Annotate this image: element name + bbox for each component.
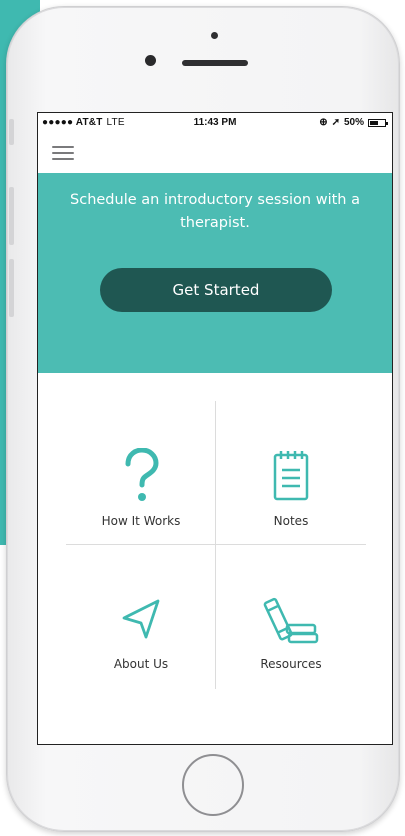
battery-icon bbox=[368, 118, 388, 127]
hero-banner: Schedule an introductory session with a … bbox=[38, 173, 392, 373]
tile-about-us[interactable]: About Us bbox=[66, 591, 216, 701]
status-bar: ●●●●● AT&T LTE 11:43 PM ⊕ ➚ 50% bbox=[38, 113, 392, 133]
books-icon bbox=[263, 597, 319, 644]
mute-switch bbox=[9, 119, 14, 145]
alarm-icon: ⊕ bbox=[319, 117, 328, 128]
app-screen: ●●●●● AT&T LTE 11:43 PM ⊕ ➚ 50% Schedule … bbox=[37, 112, 393, 745]
tile-label-notes: Notes bbox=[273, 514, 309, 528]
home-button[interactable] bbox=[182, 754, 244, 816]
phone-frame: ●●●●● AT&T LTE 11:43 PM ⊕ ➚ 50% Schedule … bbox=[6, 6, 400, 832]
navigation-arrow-icon bbox=[122, 599, 160, 639]
hero-text: Schedule an introductory session with a … bbox=[70, 192, 360, 231]
get-started-button[interactable]: Get Started bbox=[100, 268, 332, 312]
feature-grid: How It Works Notes About Us Resources bbox=[38, 373, 392, 744]
tile-notes[interactable]: Notes bbox=[216, 448, 366, 558]
tile-resources[interactable]: Resources bbox=[216, 591, 366, 701]
location-arrow-icon: ➚ bbox=[331, 117, 340, 128]
front-camera bbox=[145, 55, 156, 66]
tile-label-how-it-works: How It Works bbox=[101, 514, 181, 528]
volume-down-button bbox=[9, 259, 14, 317]
tile-label-resources: Resources bbox=[260, 657, 322, 671]
nav-bar bbox=[38, 133, 392, 171]
proximity-sensor bbox=[211, 32, 218, 39]
question-mark-icon bbox=[125, 448, 159, 501]
notepad-icon bbox=[273, 451, 309, 501]
status-right-group: ⊕ ➚ 50% bbox=[319, 117, 388, 128]
tile-label-about-us: About Us bbox=[113, 657, 169, 671]
battery-percent: 50% bbox=[343, 117, 364, 128]
tile-how-it-works[interactable]: How It Works bbox=[66, 448, 216, 558]
earpiece-speaker bbox=[182, 60, 248, 66]
volume-up-button bbox=[9, 187, 14, 245]
hamburger-menu-icon[interactable] bbox=[52, 146, 74, 160]
